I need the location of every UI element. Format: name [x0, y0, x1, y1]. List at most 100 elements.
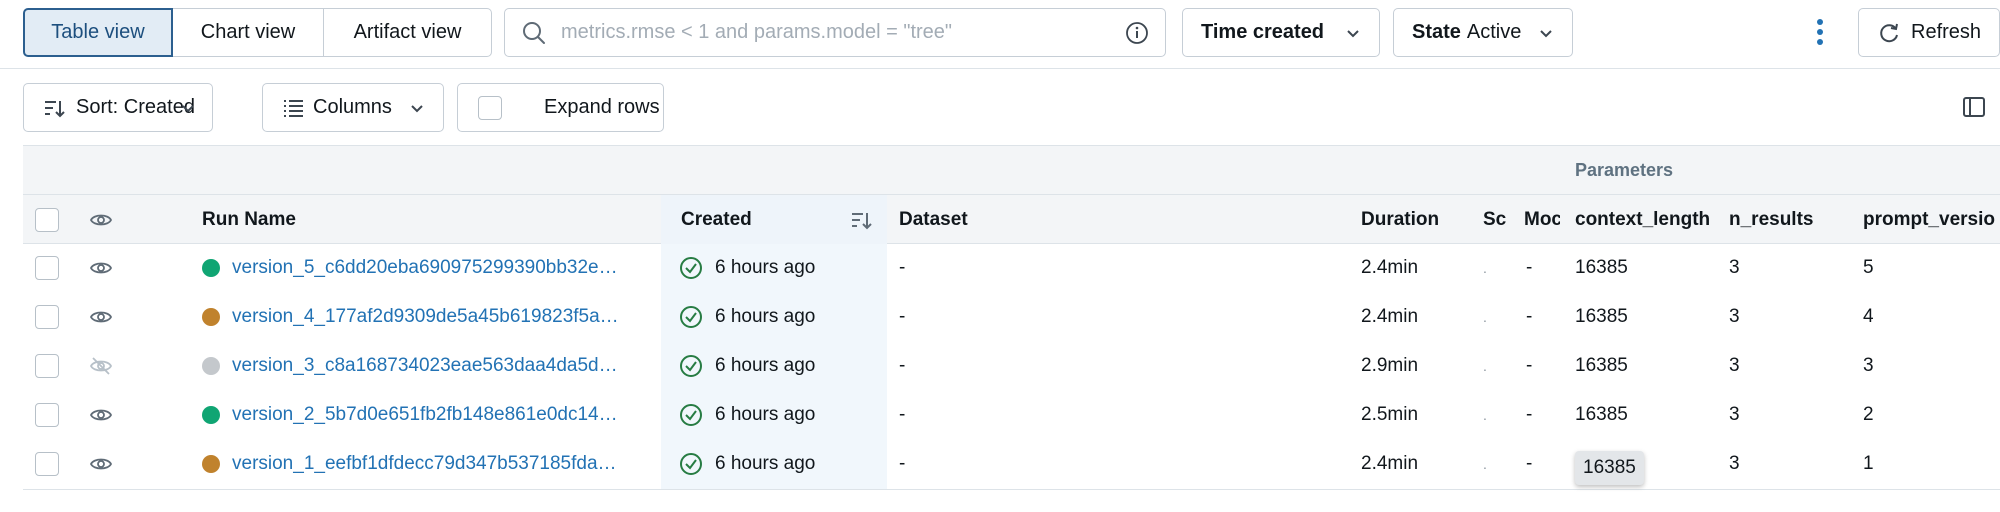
- search-input[interactable]: metrics.rmse < 1 and params.model = "tre…: [504, 8, 1166, 57]
- source-cell[interactable]: .: [1483, 293, 1487, 341]
- column-header-dataset[interactable]: Dataset: [899, 195, 968, 244]
- run-color-dot[interactable]: [202, 259, 220, 277]
- sort-icon: [42, 96, 66, 120]
- n-results-cell[interactable]: 3: [1729, 244, 1740, 292]
- chevron-down-icon: [409, 100, 425, 116]
- n-results-cell[interactable]: 3: [1729, 293, 1740, 341]
- refresh-label: Refresh: [1911, 21, 1982, 43]
- source-cell[interactable]: .: [1483, 244, 1487, 292]
- time-created-label: Time created: [1201, 21, 1325, 43]
- column-header-n-results[interactable]: n_results: [1729, 195, 1813, 244]
- context-length-cell[interactable]: 16385: [1575, 444, 1644, 492]
- run-color-dot[interactable]: [202, 357, 220, 375]
- kebab-menu-icon[interactable]: [1808, 16, 1832, 48]
- source-cell[interactable]: .: [1483, 391, 1487, 439]
- column-header-created[interactable]: Created: [681, 195, 752, 244]
- select-all-checkbox[interactable]: [35, 207, 59, 232]
- tab-table-view[interactable]: Table view: [23, 8, 173, 57]
- prompt-version-cell[interactable]: 1: [1863, 440, 1874, 488]
- column-header-prompt-version[interactable]: prompt_versio: [1863, 195, 2000, 244]
- table-row[interactable]: version_5_c6dd20eba690975299390bb32e… 6 h…: [23, 244, 2000, 294]
- created-value: 6 hours ago: [715, 453, 816, 474]
- n-results-cell[interactable]: 3: [1729, 440, 1740, 488]
- eye-icon[interactable]: [89, 305, 113, 329]
- prompt-version-cell[interactable]: 4: [1863, 293, 1874, 341]
- row-checkbox[interactable]: [35, 452, 59, 476]
- expand-rows-label: Expand rows: [544, 96, 660, 118]
- n-results-cell[interactable]: 3: [1729, 391, 1740, 439]
- side-panel-toggle-icon[interactable]: [1962, 95, 1986, 119]
- chevron-down-icon: [1345, 25, 1361, 41]
- table-row[interactable]: version_1_eefbf1dfdecc79d347b537185fda… 6…: [23, 440, 2000, 490]
- tab-artifact-view[interactable]: Artifact view: [324, 8, 492, 57]
- row-checkbox[interactable]: [35, 305, 59, 329]
- eye-icon[interactable]: [89, 403, 113, 427]
- n-results-cell[interactable]: 3: [1729, 342, 1740, 390]
- expand-rows-toggle[interactable]: Expand rows: [457, 83, 664, 132]
- eye-icon[interactable]: [89, 452, 113, 476]
- run-name-link[interactable]: version_2_5b7d0e651fb2fb148e861e0dc14…: [232, 404, 618, 426]
- row-select-cell: [35, 391, 59, 439]
- row-visibility-cell: [89, 342, 113, 390]
- sort-button[interactable]: Sort: Created: [23, 83, 213, 132]
- time-created-filter[interactable]: Time created: [1182, 8, 1380, 57]
- run-name-link[interactable]: version_4_177af2d9309de5a45b619823f5a…: [232, 306, 619, 328]
- row-checkbox[interactable]: [35, 354, 59, 378]
- prompt-version-cell[interactable]: 2: [1863, 391, 1874, 439]
- column-header-models[interactable]: Moc: [1524, 195, 1560, 244]
- run-name-cell: version_1_eefbf1dfdecc79d347b537185fda…: [202, 440, 662, 488]
- prompt-version-cell[interactable]: 5: [1863, 244, 1874, 292]
- refresh-button[interactable]: Refresh: [1858, 8, 2000, 57]
- row-checkbox[interactable]: [35, 256, 59, 280]
- eye-icon[interactable]: [89, 208, 113, 232]
- run-name-cell: version_4_177af2d9309de5a45b619823f5a…: [202, 293, 662, 341]
- context-length-cell[interactable]: 16385: [1575, 342, 1628, 390]
- column-header-source[interactable]: Sc: [1483, 195, 1507, 244]
- context-length-cell[interactable]: 16385: [1575, 244, 1628, 292]
- run-color-dot[interactable]: [202, 308, 220, 326]
- prompt-version-cell[interactable]: 3: [1863, 342, 1874, 390]
- refresh-icon: [1877, 21, 1901, 45]
- row-checkbox[interactable]: [35, 403, 59, 427]
- table-row[interactable]: version_4_177af2d9309de5a45b619823f5a… 6 …: [23, 293, 2000, 343]
- column-header-duration[interactable]: Duration: [1361, 195, 1439, 244]
- run-name-link[interactable]: version_5_c6dd20eba690975299390bb32e…: [232, 257, 618, 279]
- run-name-link[interactable]: version_3_c8a168734023eae563daa4da5d…: [232, 355, 618, 377]
- table-row[interactable]: version_2_5b7d0e651fb2fb148e861e0dc14… 6 …: [23, 391, 2000, 441]
- state-label: State: [1412, 21, 1461, 43]
- state-filter[interactable]: State Active: [1393, 8, 1573, 57]
- sort-desc-icon[interactable]: [849, 195, 873, 244]
- tab-chart-view[interactable]: Chart view: [173, 8, 324, 57]
- expand-rows-checkbox[interactable]: [478, 95, 502, 120]
- columns-button[interactable]: Columns: [262, 83, 444, 132]
- chevron-down-icon: [1538, 25, 1554, 41]
- created-cell: 6 hours ago: [679, 244, 815, 292]
- run-name-cell: version_5_c6dd20eba690975299390bb32e…: [202, 244, 662, 292]
- success-check-icon: [679, 256, 703, 280]
- context-length-cell[interactable]: 16385: [1575, 391, 1628, 439]
- eye-off-icon[interactable]: [89, 354, 113, 378]
- info-icon[interactable]: [1125, 21, 1149, 45]
- select-all-cell: [35, 195, 59, 244]
- run-name-link[interactable]: version_1_eefbf1dfdecc79d347b537185fda…: [232, 453, 617, 475]
- source-cell[interactable]: .: [1483, 440, 1487, 488]
- eye-icon[interactable]: [89, 256, 113, 280]
- sort-label: Sort: Created: [76, 96, 195, 118]
- columns-label: Columns: [313, 96, 392, 118]
- success-check-icon: [679, 403, 703, 427]
- search-icon: [521, 20, 547, 46]
- duration-cell: 2.4min: [1361, 453, 1419, 474]
- run-color-dot[interactable]: [202, 406, 220, 424]
- context-length-cell[interactable]: 16385: [1575, 293, 1628, 341]
- dataset-cell: -: [899, 355, 906, 376]
- source-cell[interactable]: .: [1483, 342, 1487, 390]
- column-header-context-length[interactable]: context_length: [1575, 195, 1717, 244]
- run-color-dot[interactable]: [202, 455, 220, 473]
- created-value: 6 hours ago: [715, 257, 816, 278]
- created-cell: 6 hours ago: [679, 391, 815, 439]
- run-name-cell: version_2_5b7d0e651fb2fb148e861e0dc14…: [202, 391, 662, 439]
- column-header-run-name[interactable]: Run Name: [202, 195, 296, 244]
- dataset-cell: -: [899, 404, 906, 425]
- table-header-row: Run Name Created Dataset Duration Sc Moc…: [23, 195, 2000, 244]
- table-row[interactable]: version_3_c8a168734023eae563daa4da5d… 6 h…: [23, 342, 2000, 392]
